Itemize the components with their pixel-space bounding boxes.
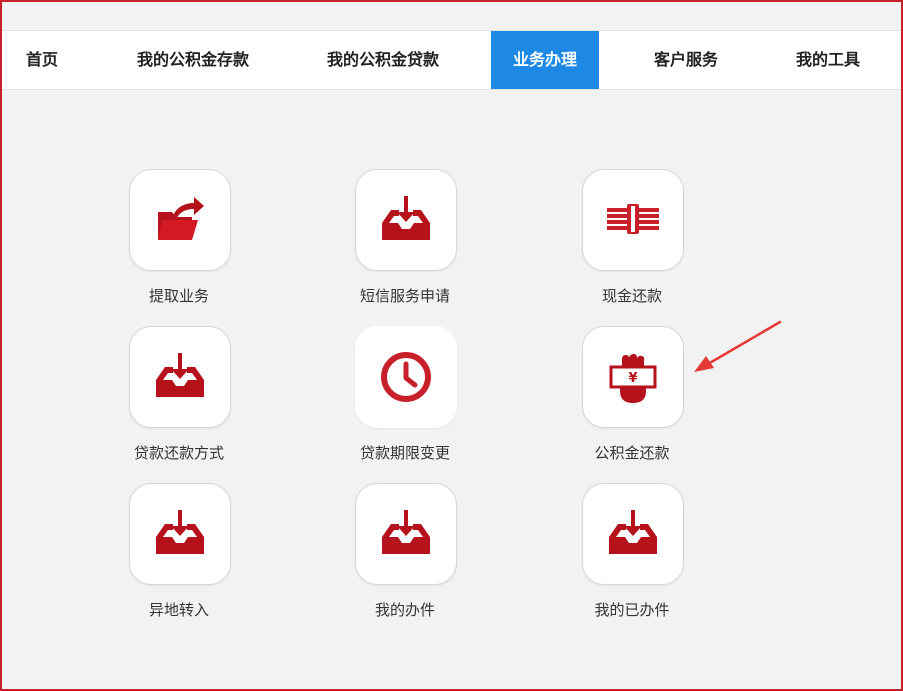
tile-label: 异地转入 <box>148 601 209 619</box>
tile-transfer-in-button[interactable] <box>129 483 231 585</box>
nav-my-tools[interactable]: 我的工具 <box>774 31 882 89</box>
inbox-download-icon <box>609 510 657 554</box>
nav-customer-service[interactable]: 客户服务 <box>632 31 740 89</box>
tile-label: 我的已办件 <box>594 601 670 619</box>
hand-yuan-icon: ¥ <box>609 354 657 403</box>
tile-loan-term-change-button[interactable] <box>355 326 457 428</box>
tile-sms-service-button[interactable] <box>355 169 457 271</box>
tile-label: 我的办件 <box>374 601 435 619</box>
inbox-download-icon <box>156 510 204 554</box>
main-nav: 首页 我的公积金存款 我的公积金贷款 业务办理 客户服务 我的工具 <box>2 30 901 90</box>
inbox-download-icon <box>382 196 430 240</box>
tile-label: 贷款期限变更 <box>359 444 450 462</box>
tile-repayment-method[interactable]: 贷款还款方式 <box>89 326 269 476</box>
clock-icon <box>381 352 431 402</box>
tile-fund-repayment-button[interactable]: ¥ <box>582 326 684 428</box>
annotation-arrow-icon <box>694 320 782 372</box>
tile-my-cases-button[interactable] <box>355 483 457 585</box>
tile-withdrawal[interactable]: 提取业务 <box>89 169 269 319</box>
tile-label: 现金还款 <box>601 287 662 305</box>
tile-sms-service[interactable]: 短信服务申请 <box>315 169 495 319</box>
tile-label: 短信服务申请 <box>359 287 450 305</box>
money-stack-icon <box>607 204 659 234</box>
tile-my-cases[interactable]: 我的办件 <box>315 483 495 633</box>
inbox-download-icon <box>156 353 204 397</box>
tile-label: 公积金还款 <box>594 444 670 462</box>
tile-loan-term-change[interactable]: 贷款期限变更 <box>315 326 495 476</box>
nav-fund-deposit[interactable]: 我的公积金存款 <box>112 31 274 89</box>
inbox-download-icon <box>382 510 430 554</box>
svg-text:¥: ¥ <box>628 371 637 386</box>
page-frame: 首页 我的公积金存款 我的公积金贷款 业务办理 客户服务 我的工具 提取业务 短… <box>0 0 903 691</box>
tile-repayment-method-button[interactable] <box>129 326 231 428</box>
nav-fund-loan[interactable]: 我的公积金贷款 <box>302 31 464 89</box>
folder-export-icon <box>158 197 204 240</box>
tile-label: 提取业务 <box>148 287 209 305</box>
nav-home[interactable]: 首页 <box>6 31 78 89</box>
tile-transfer-in[interactable]: 异地转入 <box>89 483 269 633</box>
tile-my-completed-cases-button[interactable] <box>582 483 684 585</box>
tile-cash-repayment[interactable]: 现金还款 <box>542 169 722 319</box>
tile-cash-repayment-button[interactable] <box>582 169 684 271</box>
tile-withdrawal-button[interactable] <box>129 169 231 271</box>
nav-business[interactable]: 业务办理 <box>491 31 599 89</box>
tile-my-completed-cases[interactable]: 我的已办件 <box>542 483 722 633</box>
top-strip <box>2 2 901 30</box>
tile-label: 贷款还款方式 <box>133 444 224 462</box>
